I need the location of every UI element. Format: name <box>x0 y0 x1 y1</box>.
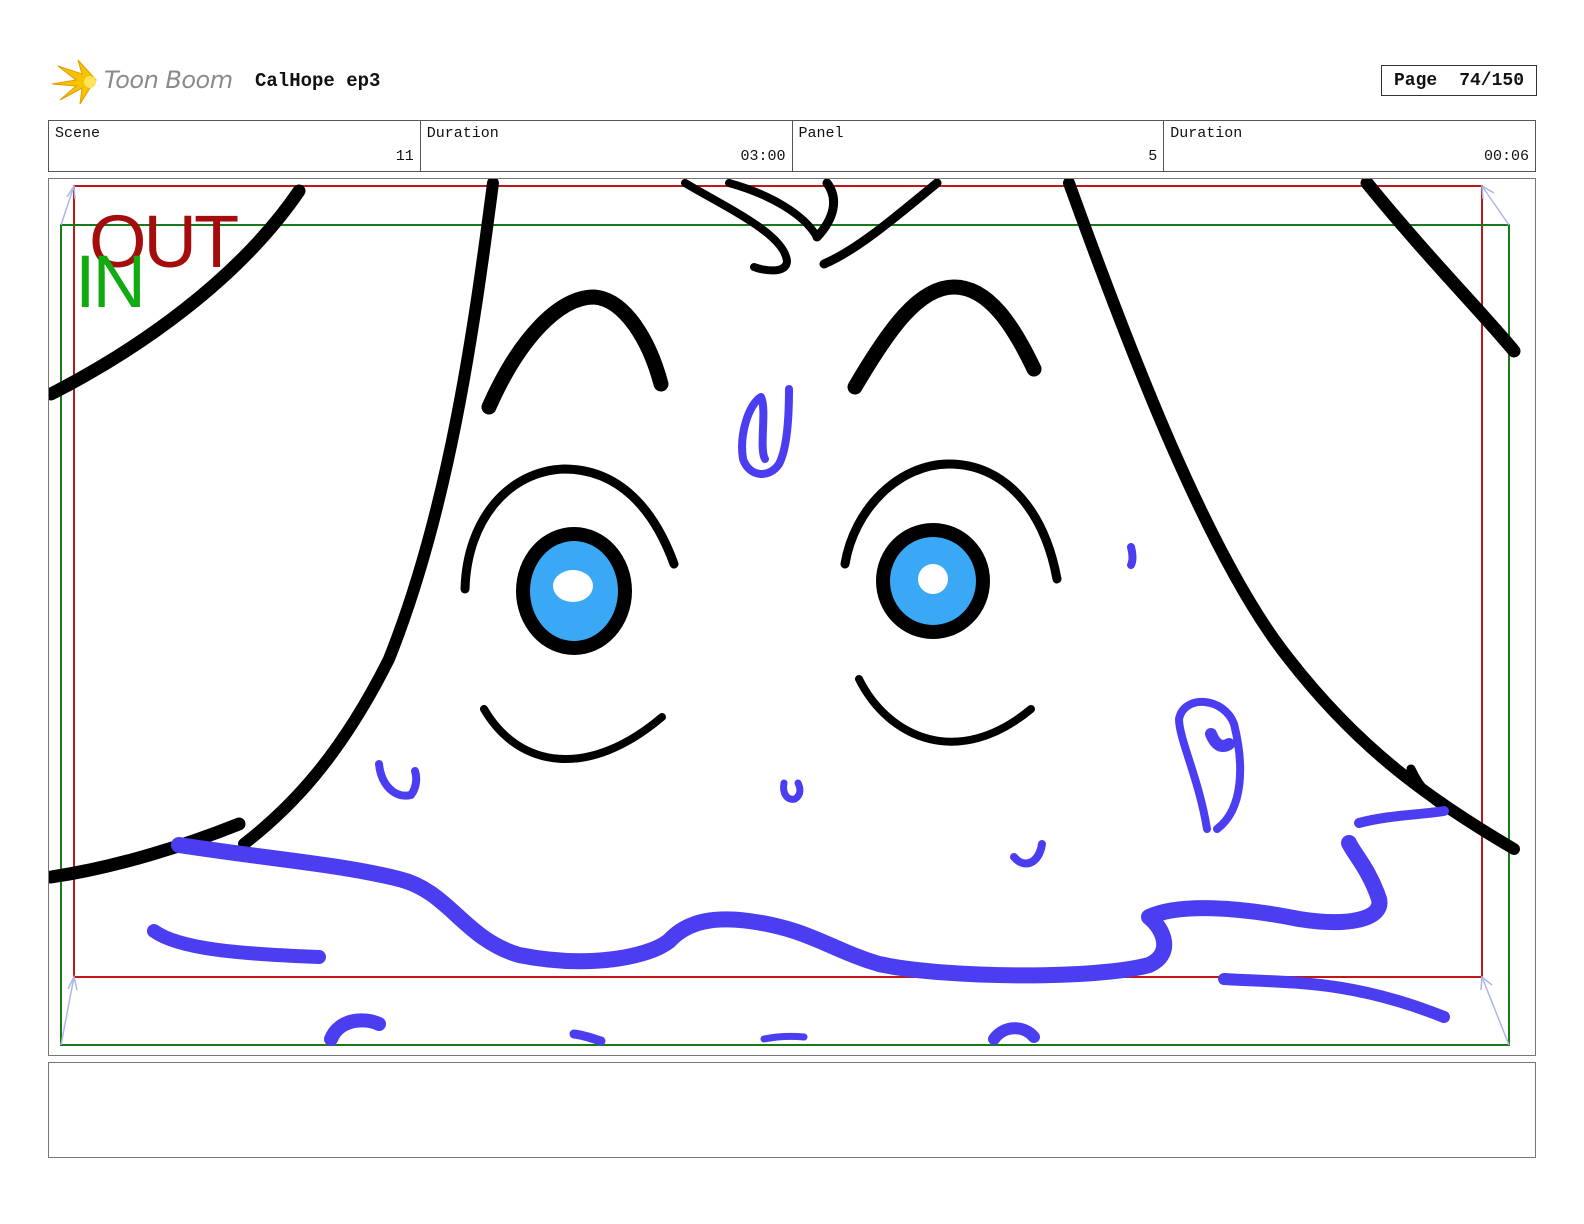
notes-box[interactable] <box>48 1062 1536 1158</box>
left-eye <box>516 527 632 655</box>
panel-drawing <box>49 179 1521 1046</box>
scene-value: 11 <box>395 148 414 165</box>
page-label: Page <box>1393 70 1438 91</box>
panel-duration-cell: Duration 00:06 <box>1164 121 1535 171</box>
panel-info-bar: Scene 11 Duration 03:00 Panel 5 Duration… <box>48 120 1536 172</box>
panel-duration-value: 00:06 <box>1483 148 1529 165</box>
scene-duration-value: 03:00 <box>740 148 786 165</box>
panel-value: 5 <box>1148 148 1158 165</box>
in-frame-label: IN <box>75 240 146 323</box>
scene-label: Scene <box>55 125 101 142</box>
right-eye <box>876 523 990 639</box>
storyboard-panel: OUT IN <box>48 178 1536 1056</box>
panel-cell: Panel 5 <box>793 121 1165 171</box>
scene-duration-label: Duration <box>426 125 499 142</box>
project-title: CalHope ep3 <box>255 70 381 92</box>
panel-label: Panel <box>798 125 844 142</box>
sweat-lines <box>147 385 1450 1046</box>
page-indicator: Page 74/150 <box>1381 65 1537 96</box>
starburst-icon <box>51 59 97 105</box>
logo-text: Toon Boom <box>104 66 233 94</box>
ink-lines <box>49 179 1521 884</box>
toon-boom-logo: Toon Boom <box>50 56 240 106</box>
scene-cell: Scene 11 <box>49 121 421 171</box>
page-number: 74/150 <box>1459 70 1525 91</box>
panel-duration-label: Duration <box>1170 125 1243 142</box>
scene-duration-cell: Duration 03:00 <box>421 121 793 171</box>
